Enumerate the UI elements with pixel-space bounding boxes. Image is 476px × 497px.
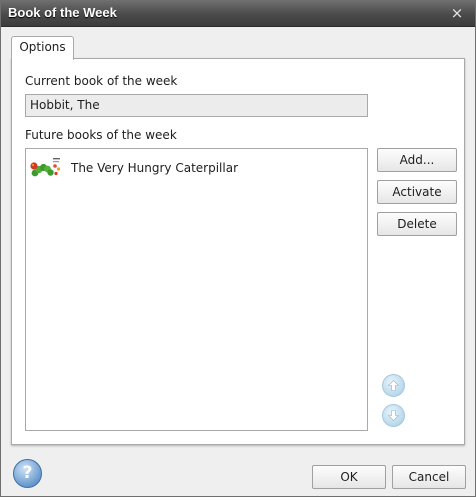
cancel-button[interactable]: Cancel	[392, 465, 466, 489]
help-icon[interactable]: ?	[13, 459, 42, 488]
arrow-down-icon	[387, 410, 400, 421]
window-title: Book of the Week	[8, 5, 117, 20]
book-cover-thumbnail-icon	[30, 156, 62, 180]
move-down-button[interactable]	[382, 404, 405, 427]
tab-options[interactable]: Options	[11, 36, 74, 60]
future-books-label: Future books of the week	[25, 128, 177, 142]
add-button[interactable]: Add...	[377, 148, 457, 172]
close-icon[interactable]: ×	[447, 3, 467, 23]
future-books-list[interactable]: The Very Hungry Caterpillar	[25, 148, 368, 431]
list-item[interactable]: The Very Hungry Caterpillar	[30, 155, 238, 181]
delete-button[interactable]: Delete	[377, 212, 457, 236]
move-up-button[interactable]	[382, 374, 405, 397]
title-bar: Book of the Week ×	[1, 1, 475, 27]
current-book-label: Current book of the week	[25, 74, 178, 88]
ok-button[interactable]: OK	[312, 465, 386, 489]
arrow-up-icon	[387, 380, 400, 391]
book-of-the-week-dialog: Book of the Week × Options Current book …	[0, 0, 476, 497]
book-title: The Very Hungry Caterpillar	[71, 161, 239, 175]
current-book-field: Hobbit, The	[25, 94, 368, 117]
options-panel: Current book of the week Hobbit, The Fut…	[11, 58, 465, 445]
activate-button[interactable]: Activate	[377, 180, 457, 204]
